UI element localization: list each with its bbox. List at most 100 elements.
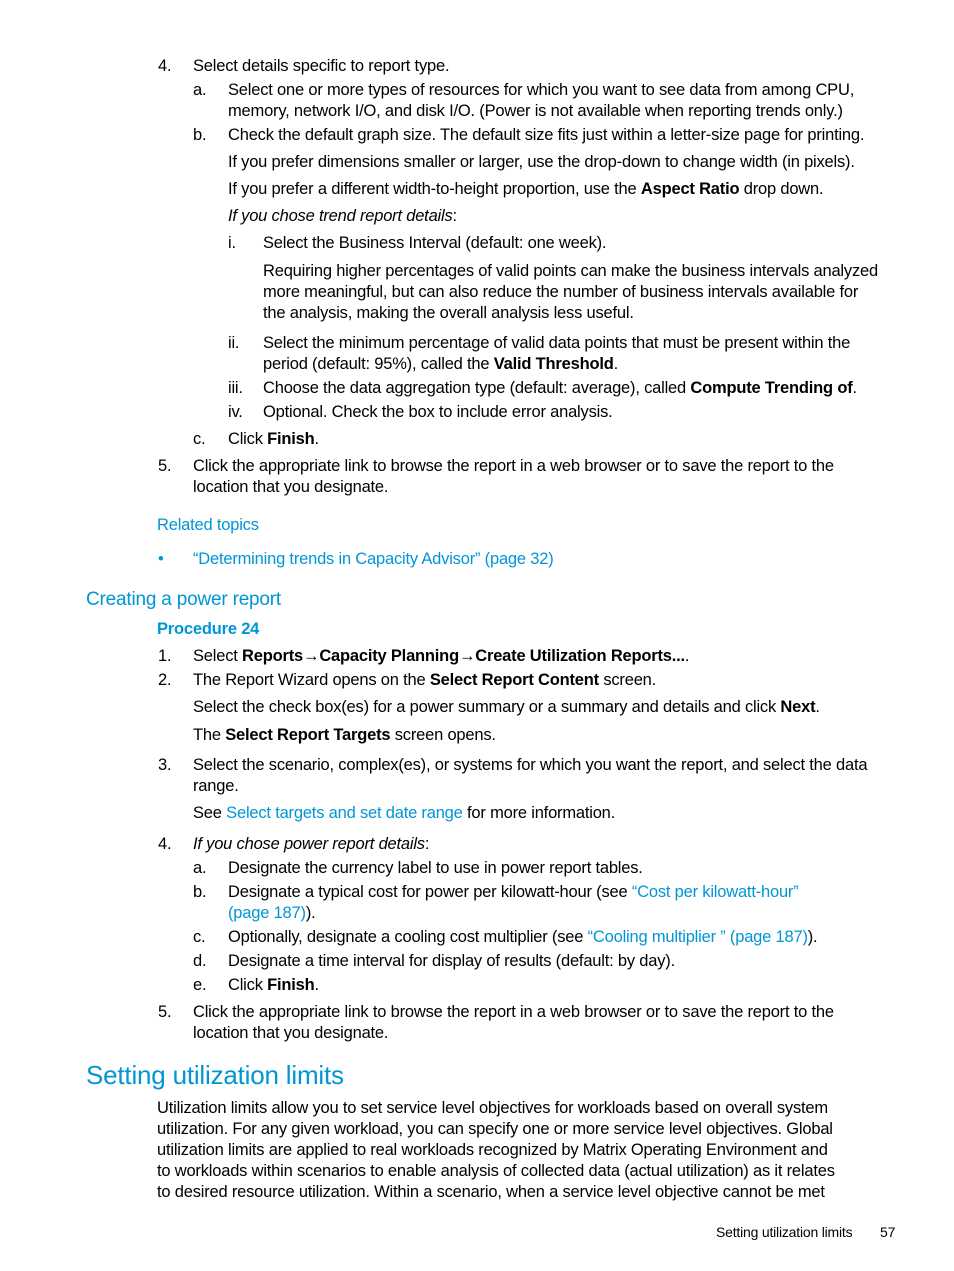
step-4a-line2: memory, network I/O, and disk I/O. (Powe… bbox=[228, 102, 843, 120]
text: The Report Wizard opens on the bbox=[193, 671, 430, 689]
para-targets: The Select Report Targets screen opens. bbox=[193, 725, 496, 746]
related-link-determining-trends[interactable]: “Determining trends in Capacity Advisor”… bbox=[193, 549, 554, 570]
text: screen. bbox=[598, 671, 657, 689]
ui-term-finish: Finish bbox=[267, 430, 315, 448]
power-step-5-number: 5. bbox=[158, 1003, 172, 1021]
power-step-4e-text: Click Finish. bbox=[228, 975, 319, 996]
para-trend-details: If you chose trend report details: bbox=[228, 206, 457, 227]
text: . bbox=[613, 355, 619, 373]
menu-create-utilization-reports: Create Utilization Reports... bbox=[475, 647, 685, 665]
sub-iv-numeral: iv. bbox=[228, 403, 243, 421]
footer-page-number: 57 bbox=[880, 1224, 896, 1240]
sub-ii-numeral: ii. bbox=[228, 334, 240, 352]
power-step-3-number: 3. bbox=[158, 756, 172, 774]
sub-iv-text: Optional. Check the box to include error… bbox=[263, 403, 613, 421]
power-step-4e-letter: e. bbox=[193, 976, 207, 994]
text: . bbox=[314, 976, 320, 994]
para-requiring-line1: Requiring higher percentages of valid po… bbox=[263, 262, 878, 280]
sub-i-text: Select the Business Interval (default: o… bbox=[263, 234, 607, 252]
ui-term-valid-threshold: Valid Threshold bbox=[493, 355, 614, 373]
section-heading-power-report: Creating a power report bbox=[86, 589, 282, 610]
ui-term-select-report-content: Select Report Content bbox=[429, 671, 599, 689]
power-step-3-line1: Select the scenario, complex(es), or sys… bbox=[193, 756, 868, 774]
para-requiring-line2: more meaningful, but can also reduce the… bbox=[263, 283, 859, 301]
text: : bbox=[424, 835, 430, 853]
ui-term-compute-trending: Compute Trending of bbox=[690, 379, 853, 397]
power-step-5-line1: Click the appropriate link to browse the… bbox=[193, 1003, 834, 1021]
text: . bbox=[852, 379, 858, 397]
sub-iii-text: Choose the data aggregation type (defaul… bbox=[263, 378, 857, 399]
arrow-right-icon: → bbox=[303, 647, 320, 665]
text: If you prefer a different width-to-heigh… bbox=[228, 180, 641, 198]
text: See bbox=[193, 804, 227, 822]
link-cooling-multiplier[interactable]: “Cooling multiplier ” (page 187) bbox=[588, 928, 808, 946]
link-select-targets[interactable]: Select targets and set date range bbox=[226, 804, 463, 822]
power-step-4d-letter: d. bbox=[193, 952, 207, 970]
arrow-right-icon: → bbox=[458, 647, 476, 665]
body-line: to workloads within scenarios to enable … bbox=[157, 1162, 835, 1180]
body-line: utilization limits are applied to real w… bbox=[157, 1141, 828, 1159]
menu-capacity-planning: Capacity Planning bbox=[319, 647, 459, 665]
text: Select bbox=[193, 647, 243, 665]
text: ). bbox=[807, 928, 818, 946]
power-step-4-number: 4. bbox=[158, 835, 172, 853]
text: . bbox=[815, 698, 820, 716]
italic-text: If you chose power report details bbox=[193, 835, 425, 853]
step-4b-letter: b. bbox=[193, 126, 207, 144]
link-cost-per-kwh[interactable]: “Cost per kilowatt-hour” bbox=[632, 883, 799, 901]
bullet-icon: • bbox=[158, 550, 164, 568]
para-aspect: If you prefer a different width-to-heigh… bbox=[228, 179, 824, 200]
text: Click bbox=[228, 976, 268, 994]
body-line: Utilization limits allow you to set serv… bbox=[157, 1099, 828, 1117]
body-line: to desired resource utilization. Within … bbox=[157, 1183, 825, 1201]
para-requiring-line3: the analysis, making the overall analysi… bbox=[263, 304, 634, 322]
text: : bbox=[452, 207, 458, 225]
step-4a-line1: Select one or more types of resources fo… bbox=[228, 81, 855, 99]
step-5-line2: location that you designate. bbox=[193, 478, 389, 496]
step-4c-letter: c. bbox=[193, 430, 206, 448]
power-step-3-line2: range. bbox=[193, 777, 239, 795]
step-4c-text: Click Finish. bbox=[228, 429, 319, 450]
ui-term-select-report-targets: Select Report Targets bbox=[225, 726, 391, 744]
text: The bbox=[193, 726, 226, 744]
text: Select the check box(es) for a power sum… bbox=[193, 698, 781, 716]
text: for more information. bbox=[462, 804, 616, 822]
power-step-4a-text: Designate the currency label to use in p… bbox=[228, 859, 643, 877]
text: . bbox=[684, 647, 690, 665]
power-step-4a-letter: a. bbox=[193, 859, 207, 877]
text: drop down. bbox=[739, 180, 824, 198]
ui-term-finish: Finish bbox=[267, 976, 315, 994]
related-topics-heading: Related topics bbox=[157, 516, 259, 534]
section-heading-utilization-limits: Setting utilization limits bbox=[86, 1060, 344, 1090]
power-step-4d-text: Designate a time interval for display of… bbox=[228, 952, 675, 970]
power-step-4-text: If you chose power report details: bbox=[193, 834, 429, 855]
power-step-1-text: Select Reports→Capacity Planning→Create … bbox=[193, 646, 690, 667]
sub-ii-line1: Select the minimum percentage of valid d… bbox=[263, 334, 851, 352]
sub-ii-line2: period (default: 95%), called the Valid … bbox=[263, 354, 618, 375]
sub-iii-numeral: iii. bbox=[228, 379, 243, 397]
footer-section-title: Setting utilization limits bbox=[716, 1224, 853, 1240]
body-line: utilization. For any given workload, you… bbox=[157, 1120, 833, 1138]
power-step-4b-line2: (page 187)). bbox=[228, 903, 316, 924]
power-step-2-text: The Report Wizard opens on the Select Re… bbox=[193, 670, 656, 691]
step-5-line1: Click the appropriate link to browse the… bbox=[193, 457, 834, 475]
menu-reports: Reports bbox=[242, 647, 303, 665]
para-see: See Select targets and set date range fo… bbox=[193, 803, 615, 824]
sub-i-numeral: i. bbox=[228, 234, 236, 252]
text: Click bbox=[228, 430, 268, 448]
step-4a-letter: a. bbox=[193, 81, 207, 99]
power-step-4c-text: Optionally, designate a cooling cost mul… bbox=[228, 927, 818, 948]
text: screen opens. bbox=[390, 726, 496, 744]
text: period (default: 95%), called the bbox=[263, 355, 494, 373]
power-step-4b-line1: Designate a typical cost for power per k… bbox=[228, 882, 799, 903]
italic-text: If you chose trend report details bbox=[228, 207, 453, 225]
para-dimensions: If you prefer dimensions smaller or larg… bbox=[228, 153, 855, 171]
step-5-number: 5. bbox=[158, 457, 172, 475]
ui-term-next: Next bbox=[780, 698, 816, 716]
step-4b-text: Check the default graph size. The defaul… bbox=[228, 126, 865, 144]
para-checkbox: Select the check box(es) for a power sum… bbox=[193, 697, 820, 718]
power-step-5-line2: location that you designate. bbox=[193, 1024, 389, 1042]
text: Designate a typical cost for power per k… bbox=[228, 883, 632, 901]
link-cost-per-kwh-page[interactable]: (page 187) bbox=[228, 904, 306, 922]
step-4-text: Select details specific to report type. bbox=[193, 57, 450, 75]
